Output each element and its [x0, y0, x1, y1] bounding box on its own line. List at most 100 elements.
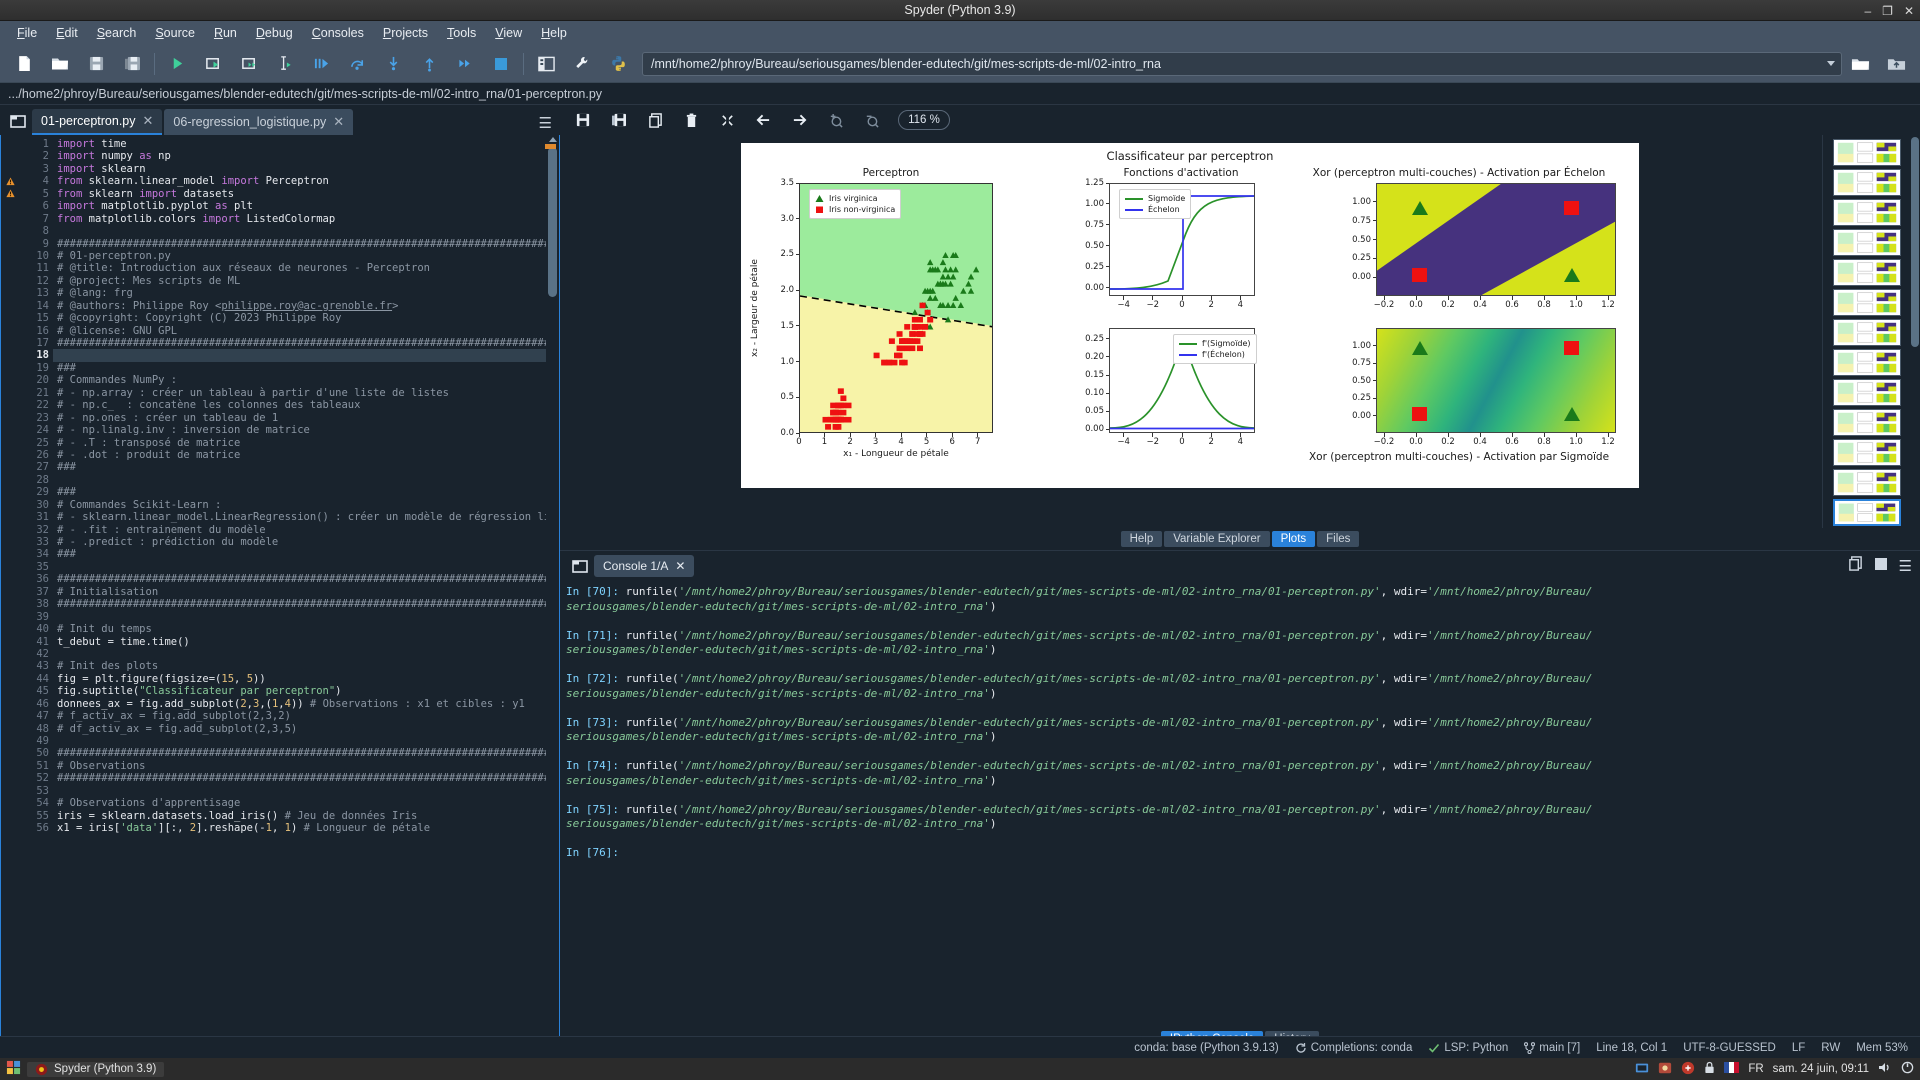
editor-tab-1[interactable]: 06-regression_logistique.py ✕: [164, 109, 354, 135]
pane-tab-variable-explorer[interactable]: Variable Explorer: [1164, 531, 1270, 547]
plot-zoom-level[interactable]: 116 %: [898, 110, 950, 130]
plot-thumbnail[interactable]: [1832, 499, 1901, 526]
delete-plot-icon[interactable]: [674, 107, 708, 133]
browse-consoles-icon[interactable]: [566, 552, 594, 580]
status-readwrite: RW: [1821, 1041, 1841, 1054]
thumbnails-scrollbar[interactable]: [1910, 135, 1920, 528]
start-menu-icon[interactable]: [6, 1060, 21, 1078]
save-plot-icon[interactable]: [566, 107, 600, 133]
tray-icon-3[interactable]: [1681, 1061, 1695, 1078]
menu-consoles[interactable]: Consoles: [303, 23, 373, 43]
tray-power-icon[interactable]: [1901, 1061, 1914, 1077]
plot-thumbnail[interactable]: [1832, 319, 1901, 346]
console-line: seriousgames/blender-edutech/git/mes-scr…: [566, 599, 997, 613]
working-directory-input[interactable]: /mnt/home2/phroy/Bureau/seriousgames/ble…: [642, 51, 1842, 76]
editor-text-area[interactable]: 1 2 3 4 5 6 7 8 9 10 11 12 13 14 15 16 17 18 19 20 21 22 23 24 2…: [0, 135, 560, 1038]
gutter-blank: [1, 412, 19, 424]
plot-thumbnail[interactable]: [1832, 409, 1901, 436]
console-output[interactable]: In [70]: runfile('/mnt/home2/phroy/Burea…: [560, 581, 1920, 1028]
menu-search[interactable]: Search: [88, 23, 146, 43]
save-file-icon[interactable]: [78, 48, 114, 80]
python-path-icon[interactable]: [600, 48, 636, 80]
debug-continue-icon[interactable]: [447, 48, 483, 80]
editor-tab-close-icon[interactable]: ✕: [143, 113, 154, 129]
pane-layout-icon[interactable]: [528, 48, 564, 80]
editor-code[interactable]: import time import numpy as np import skle…: [53, 135, 546, 1037]
plot-thumbnail[interactable]: [1832, 259, 1901, 286]
scatter-marker: [911, 324, 918, 330]
y-tick-label: 0.50: [1352, 234, 1371, 245]
menu-view[interactable]: View: [486, 23, 531, 43]
taskbar-app-spyder[interactable]: Spyder (Python 3.9): [27, 1061, 165, 1077]
editor-scroll-thumb[interactable]: [548, 147, 557, 297]
console-tab-bar: Console 1/A ✕ ☰: [560, 551, 1920, 581]
next-plot-icon[interactable]: [782, 107, 816, 133]
plot-thumbnail[interactable]: [1832, 169, 1901, 196]
minimize-button[interactable]: –: [1864, 5, 1871, 17]
console-tab[interactable]: Console 1/A ✕: [594, 555, 695, 577]
menu-projects[interactable]: Projects: [374, 23, 437, 43]
save-all-plots-icon[interactable]: [602, 107, 636, 133]
menu-tools[interactable]: Tools: [438, 23, 485, 43]
plot-thumbnail[interactable]: [1832, 349, 1901, 376]
plot-thumbnail[interactable]: [1832, 439, 1901, 466]
tray-icon-2[interactable]: [1658, 1061, 1672, 1078]
chevron-down-icon[interactable]: [1827, 61, 1835, 66]
menu-run[interactable]: Run: [205, 23, 246, 43]
browse-folder-icon[interactable]: [1842, 48, 1878, 80]
plot-thumbnails[interactable]: [1822, 135, 1910, 528]
zoom-out-icon[interactable]: [854, 107, 888, 133]
plot-thumbnail[interactable]: [1832, 289, 1901, 316]
tray-icon-1[interactable]: [1635, 1061, 1649, 1078]
toolbar-separator: [154, 52, 155, 75]
plot-thumbnail[interactable]: [1832, 229, 1901, 256]
delete-all-plots-icon[interactable]: [710, 107, 744, 133]
pane-tab-plots[interactable]: Plots: [1271, 531, 1316, 547]
editor-tab-0[interactable]: 01-perceptron.py ✕: [32, 109, 163, 135]
stop-console-icon[interactable]: [1874, 557, 1887, 575]
save-all-icon[interactable]: [114, 48, 150, 80]
console-tab-close-icon[interactable]: ✕: [675, 559, 685, 573]
plot-thumbnail[interactable]: [1832, 199, 1901, 226]
editor-options-icon[interactable]: ☰: [539, 116, 552, 131]
run-selection-icon[interactable]: [267, 48, 303, 80]
debug-file-icon[interactable]: [303, 48, 339, 80]
plot-canvas[interactable]: Classificateur par perceptron Perceptron: [560, 135, 1822, 528]
close-button[interactable]: ✕: [1904, 5, 1914, 17]
previous-plot-icon[interactable]: [746, 107, 780, 133]
maximize-button[interactable]: ❐: [1882, 5, 1893, 17]
tray-lock-icon[interactable]: [1704, 1061, 1715, 1077]
plot-thumbnail[interactable]: [1832, 469, 1901, 496]
tray-volume-icon[interactable]: [1878, 1061, 1892, 1077]
menu-source[interactable]: Source: [146, 23, 204, 43]
pane-tab-help[interactable]: Help: [1120, 531, 1163, 547]
open-file-icon[interactable]: [42, 48, 78, 80]
new-file-icon[interactable]: [6, 48, 42, 80]
plot-thumbnail[interactable]: [1832, 139, 1901, 166]
debug-step-over-icon[interactable]: [339, 48, 375, 80]
menu-help[interactable]: Help: [532, 23, 576, 43]
copy-plot-icon[interactable]: [638, 107, 672, 133]
run-cell-icon[interactable]: [195, 48, 231, 80]
editor-tab-label: 01-perceptron.py: [41, 114, 136, 128]
browse-tabs-icon[interactable]: [4, 107, 32, 135]
editor-tab-close-icon[interactable]: ✕: [333, 114, 344, 130]
line-number: 18: [36, 349, 49, 362]
console-options-icon[interactable]: ☰: [1899, 559, 1912, 574]
new-console-icon[interactable]: [1848, 556, 1863, 576]
parent-folder-icon[interactable]: [1878, 48, 1914, 80]
zoom-in-icon[interactable]: [818, 107, 852, 133]
pane-tab-files[interactable]: Files: [1317, 531, 1360, 547]
menu-file[interactable]: File: [8, 23, 46, 43]
run-cell-advance-icon[interactable]: [231, 48, 267, 80]
stop-icon[interactable]: [483, 48, 519, 80]
run-file-icon[interactable]: [159, 48, 195, 80]
menu-debug[interactable]: Debug: [247, 23, 302, 43]
menu-edit[interactable]: Edit: [47, 23, 87, 43]
debug-step-into-icon[interactable]: [375, 48, 411, 80]
preferences-icon[interactable]: [564, 48, 600, 80]
debug-step-out-icon[interactable]: [411, 48, 447, 80]
editor-vertical-scrollbar[interactable]: [545, 135, 559, 1037]
plot-thumbnail[interactable]: [1832, 379, 1901, 406]
